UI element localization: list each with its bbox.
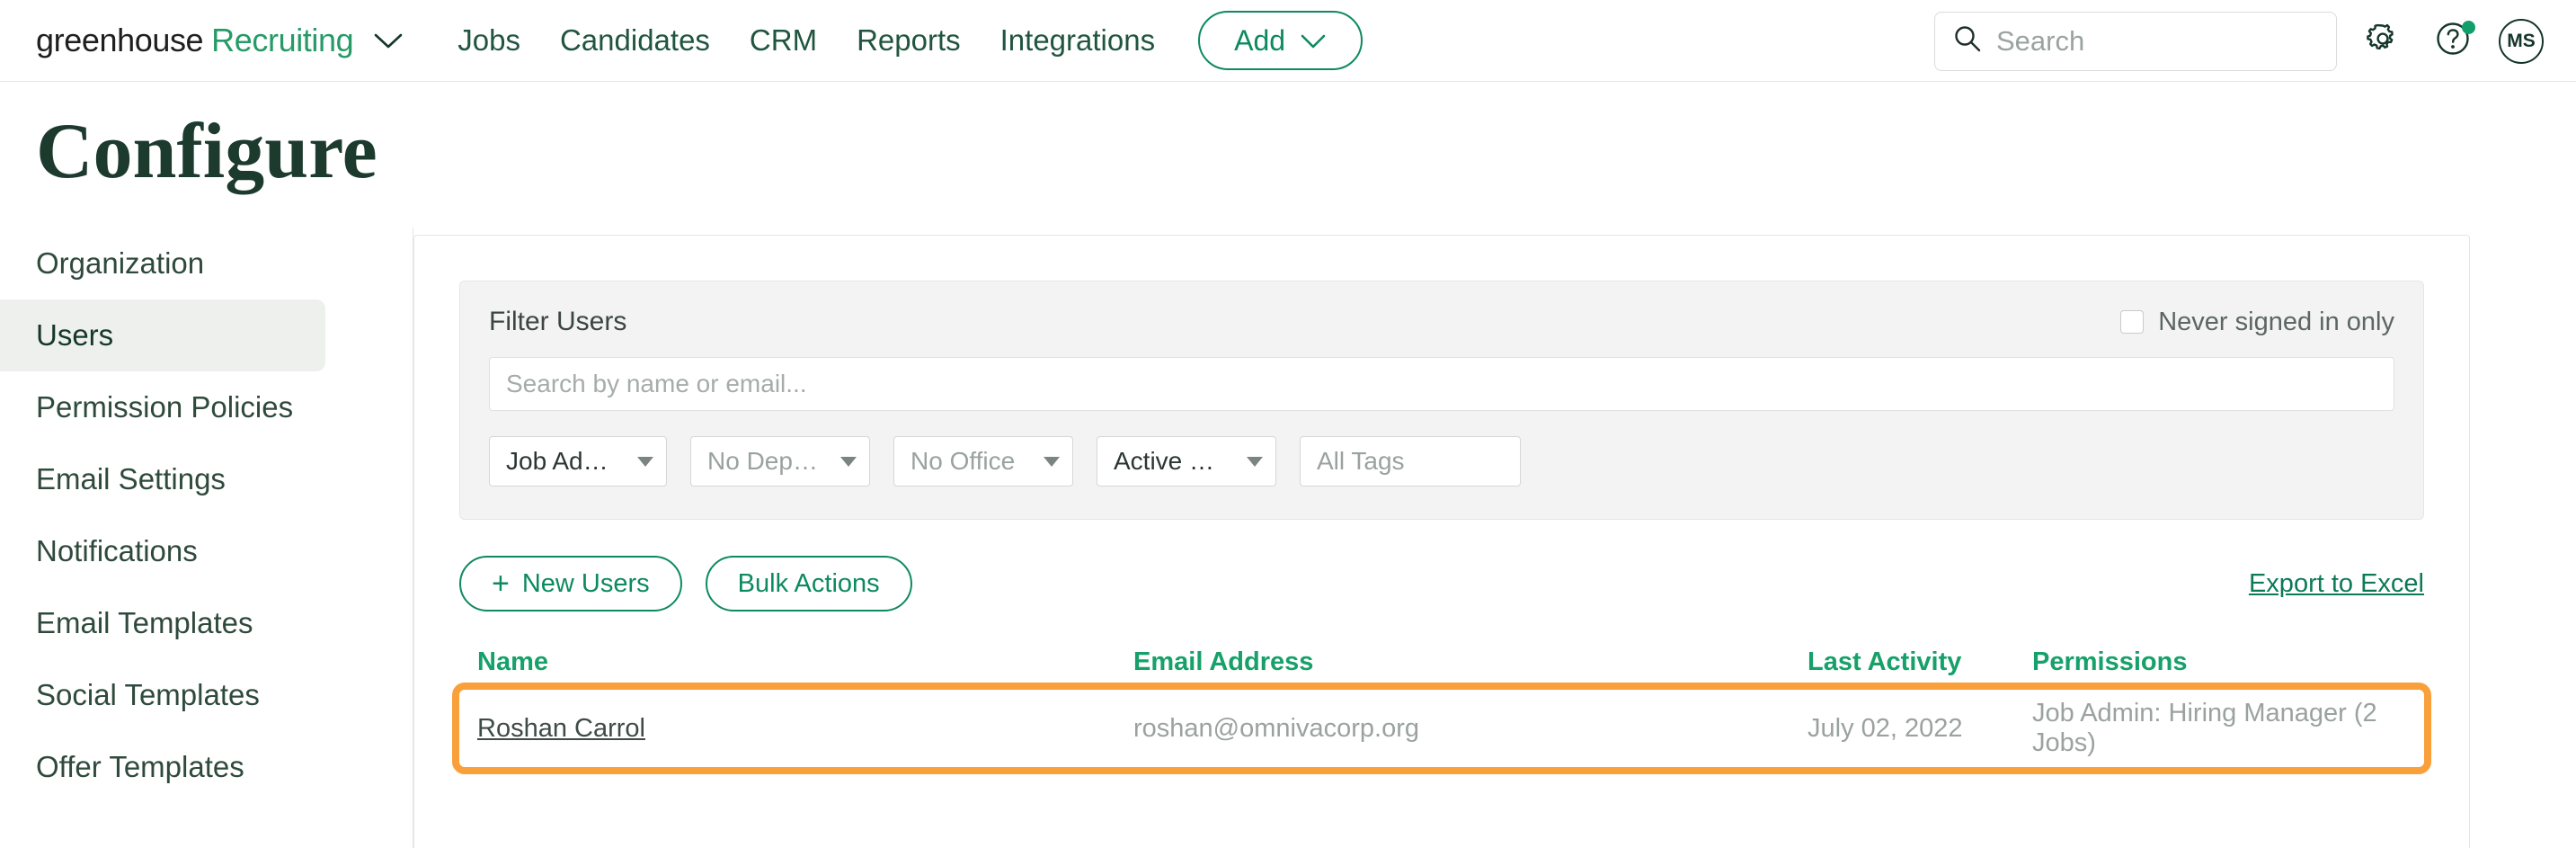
department-filter-select[interactable]: No Department [690,436,870,486]
settings-button[interactable] [2358,17,2407,66]
chevron-down-icon [1300,24,1327,58]
sidebar-item-label: Users [36,318,113,353]
sidebar-item-label: Offer Templates [36,750,244,784]
filter-panel-title: Filter Users [489,307,626,337]
bulk-actions-label: Bulk Actions [738,569,880,599]
notification-dot [2462,21,2475,34]
chevron-down-icon[interactable] [373,31,404,50]
sidebar-item-offer-templates[interactable]: Offer Templates [0,731,325,803]
main-content: Filter Users Never signed in only Job Ad… [413,228,2576,848]
plus-icon: + [492,568,510,599]
add-button[interactable]: Add [1198,11,1363,70]
status-filter-select[interactable]: Active Users [1097,436,1276,486]
brand-logo[interactable]: greenhouse Recruiting [36,22,404,59]
sidebar-item-social-templates[interactable]: Social Templates [0,659,325,731]
status-filter-value: Active Users [1114,447,1227,476]
sidebar-item-label: Notifications [36,534,198,568]
users-table: Name Email Address Last Activity Permiss… [459,647,2424,767]
sidebar-item-label: Social Templates [36,678,260,712]
avatar[interactable]: MS [2499,19,2544,64]
sidebar-item-users[interactable]: Users [0,299,325,371]
never-signed-in-only-toggle[interactable]: Never signed in only [2120,308,2394,337]
top-navigation-bar: greenhouse Recruiting Jobs Candidates CR… [0,0,2576,82]
department-filter-value: No Department [707,447,821,476]
filter-panel-header: Filter Users Never signed in only [489,307,2394,337]
filter-users-panel: Filter Users Never signed in only Job Ad… [459,281,2424,520]
new-users-button[interactable]: + New Users [459,556,682,611]
page-title: Configure [36,111,2576,193]
table-actions-bar: + New Users Bulk Actions Export to Excel [459,556,2424,611]
role-filter-value: Job Admin: Hiri... [506,447,617,476]
user-name-link[interactable]: Roshan Carrol [477,714,645,743]
column-header-email[interactable]: Email Address [1133,647,1808,677]
new-users-label: New Users [522,569,650,599]
sidebar-item-label: Permission Policies [36,390,293,424]
chevron-down-icon [637,457,653,467]
nav-link-reports[interactable]: Reports [857,23,961,58]
sidebar-item-label: Email Settings [36,462,226,496]
header-right-cluster: MS [1934,0,2544,82]
cell-last-activity: July 02, 2022 [1808,714,2032,744]
sidebar-item-permission-policies[interactable]: Permission Policies [0,371,325,443]
brand-name-secondary: Recruiting [211,22,353,59]
sidebar-item-email-templates[interactable]: Email Templates [0,587,325,659]
brand-name-primary: greenhouse [36,22,203,59]
column-header-name[interactable]: Name [459,647,1133,677]
add-button-label: Add [1234,24,1285,58]
cell-name: Roshan Carrol [459,714,1133,744]
nav-link-integrations[interactable]: Integrations [1000,23,1155,58]
column-header-last-activity[interactable]: Last Activity [1808,647,2032,677]
nav-link-candidates[interactable]: Candidates [560,23,710,58]
filter-dropdown-row: Job Admin: Hiri... No Department No Offi… [489,436,2394,486]
never-signed-in-checkbox[interactable] [2120,310,2144,334]
sidebar-item-notifications[interactable]: Notifications [0,515,325,587]
export-to-excel-link[interactable]: Export to Excel [2249,569,2424,599]
cell-email: roshan@omnivacorp.org [1133,714,1808,744]
sidebar-item-organization[interactable]: Organization [0,228,325,299]
cell-permissions: Job Admin: Hiring Manager (2 Jobs) [2032,699,2424,758]
users-card: Filter Users Never signed in only Job Ad… [413,235,2470,848]
office-filter-select[interactable]: No Office [893,436,1073,486]
role-filter-select[interactable]: Job Admin: Hiri... [489,436,667,486]
chevron-down-icon [1247,457,1263,467]
search-icon [1953,24,1982,58]
filter-search-input[interactable] [489,357,2394,411]
help-button[interactable] [2429,17,2477,66]
primary-nav-links: Jobs Candidates CRM Reports Integrations [457,23,1155,58]
table-header-row: Name Email Address Last Activity Permiss… [459,647,2424,690]
bulk-actions-button[interactable]: Bulk Actions [706,556,912,611]
chevron-down-icon [1044,457,1060,467]
configure-sidebar: Organization Users Permission Policies E… [0,228,413,848]
gear-icon [2364,20,2402,62]
never-signed-in-label: Never signed in only [2158,308,2394,337]
chevron-down-icon [840,457,857,467]
nav-link-jobs[interactable]: Jobs [457,23,520,58]
global-search[interactable] [1934,12,2337,71]
office-filter-value: No Office [910,447,1015,476]
table-row[interactable]: Roshan Carrol roshan@omnivacorp.org July… [459,690,2424,767]
page-layout: Organization Users Permission Policies E… [0,228,2576,848]
sidebar-item-label: Organization [36,246,204,281]
search-input[interactable] [1996,25,2318,58]
sidebar-item-label: Email Templates [36,606,253,640]
tags-filter-input[interactable] [1300,436,1521,486]
sidebar-item-email-settings[interactable]: Email Settings [0,443,325,515]
nav-link-crm[interactable]: CRM [750,23,817,58]
column-header-permissions[interactable]: Permissions [2032,647,2424,677]
